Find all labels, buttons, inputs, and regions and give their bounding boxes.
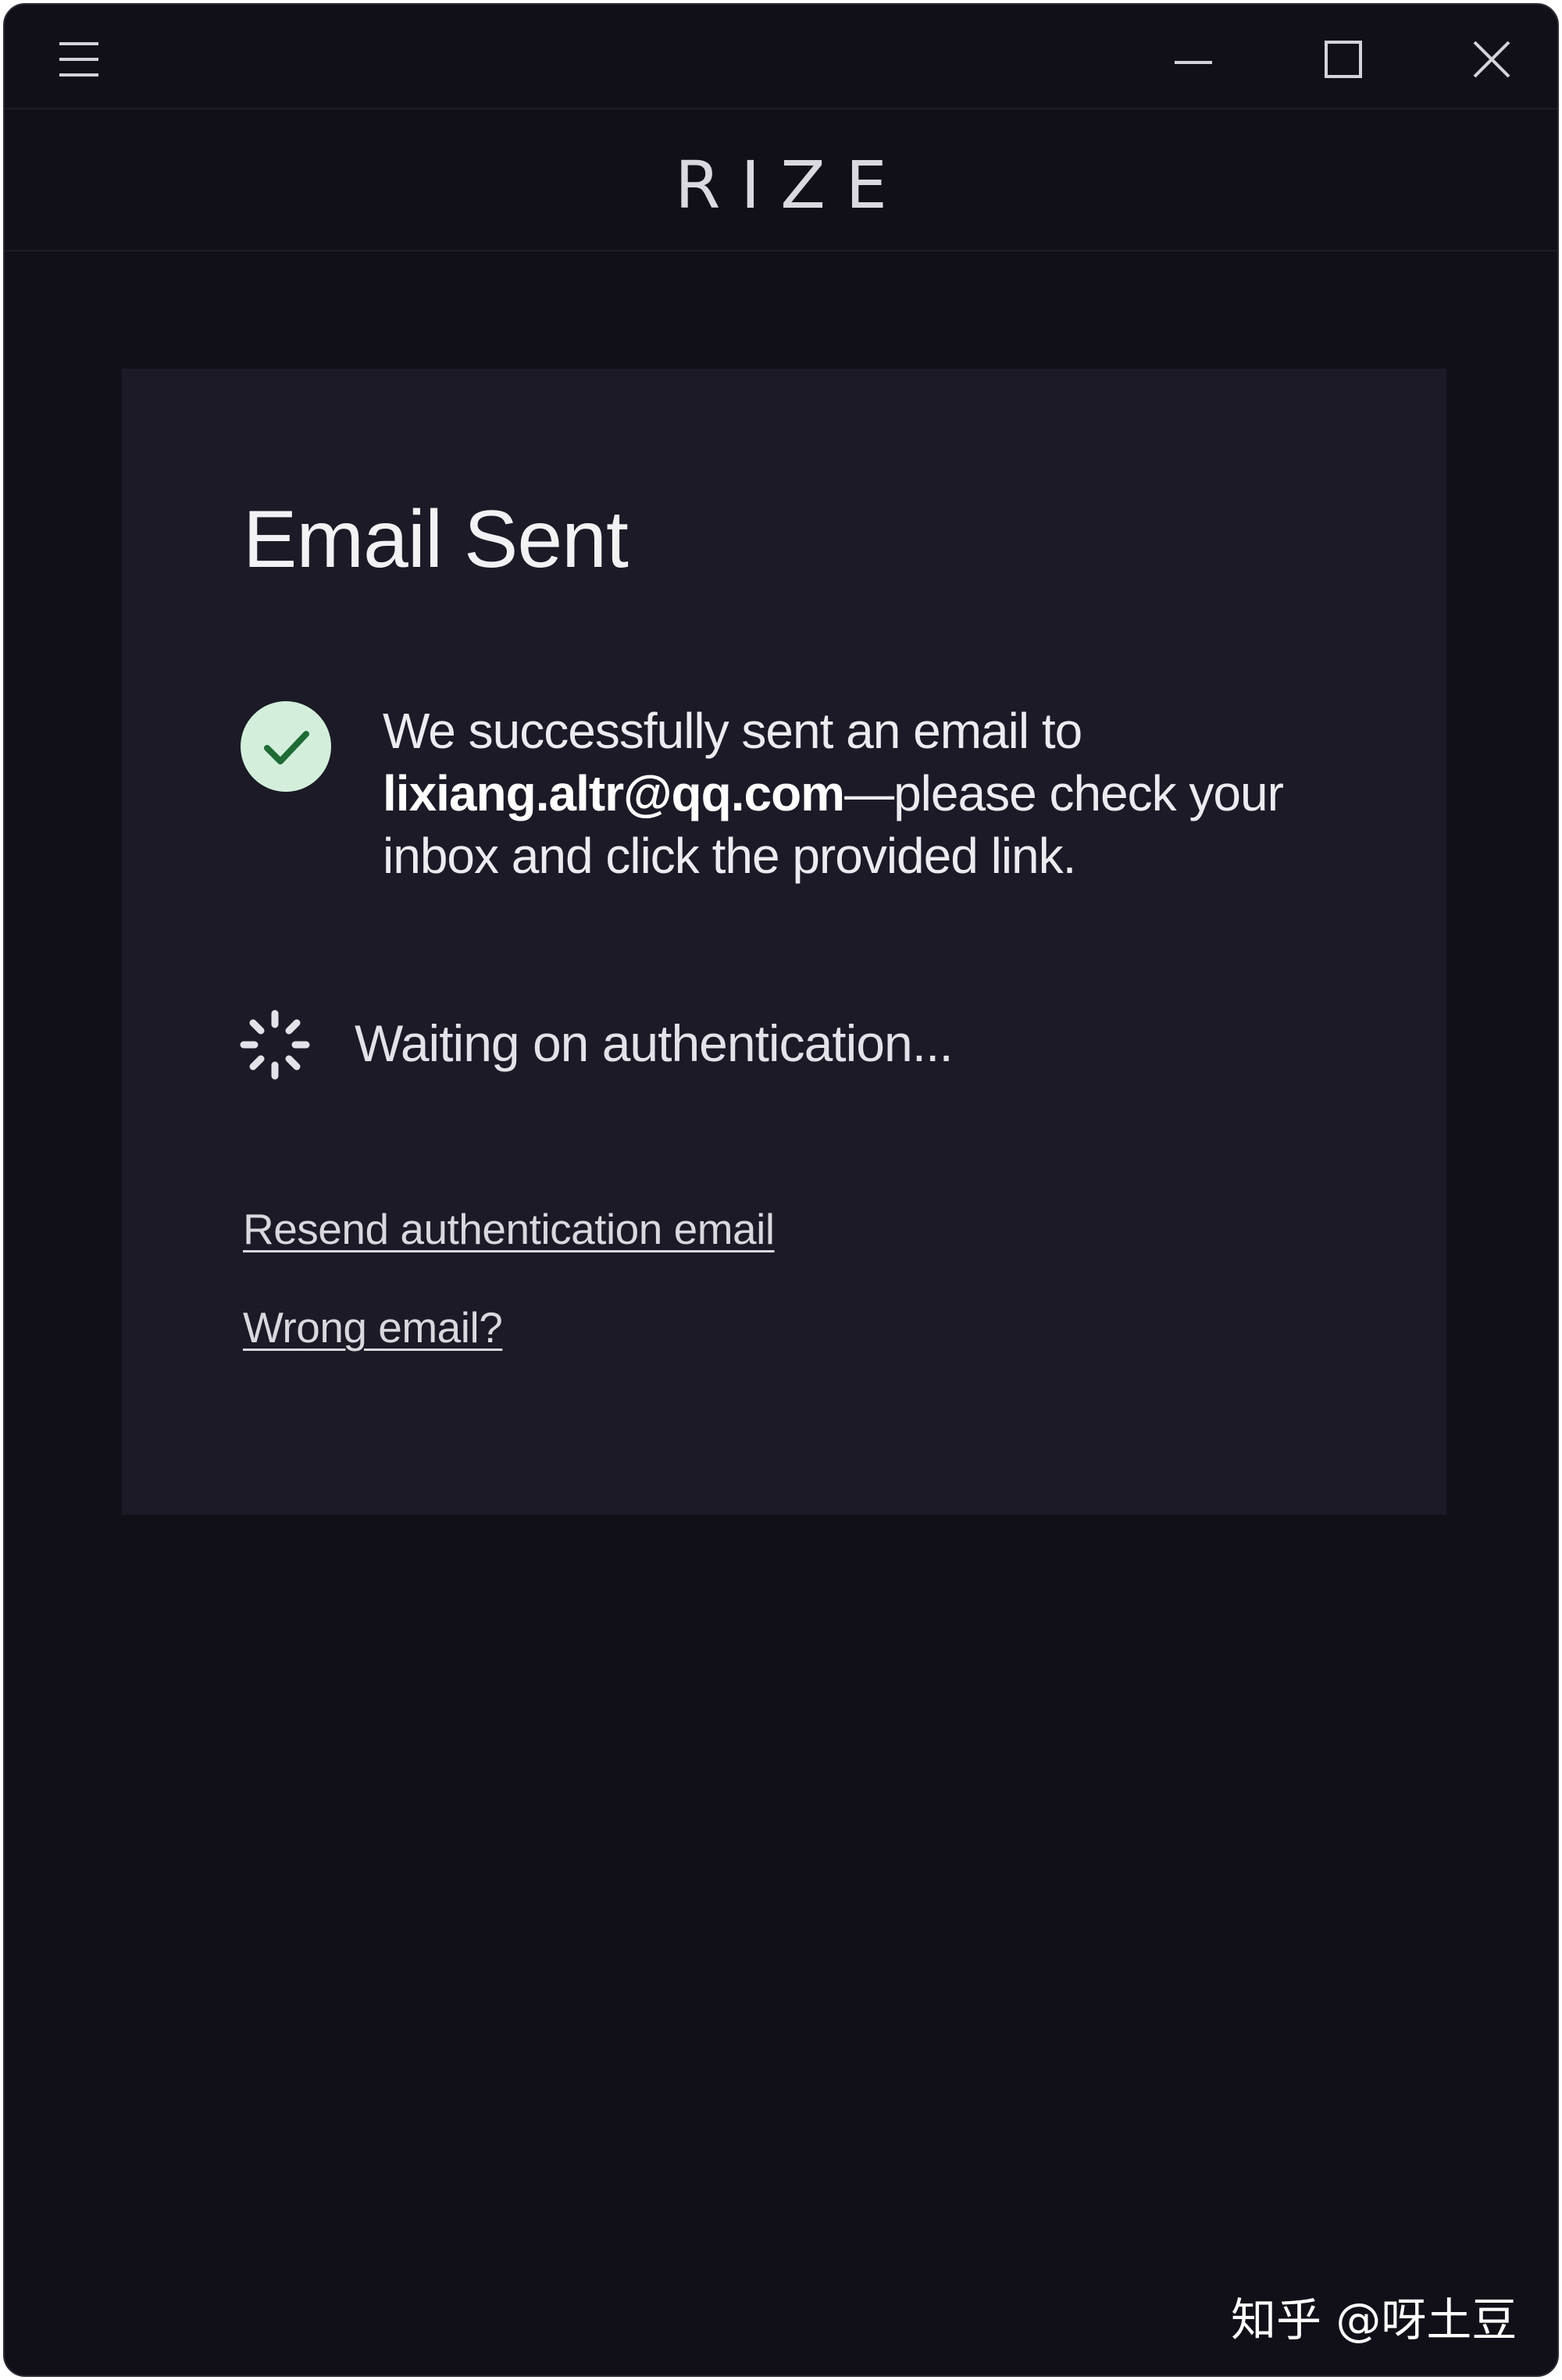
brand-header: RIZE	[5, 109, 1557, 251]
hamburger-menu-icon[interactable]	[59, 42, 98, 78]
email-sent-card: Email Sent We successfully sent an email…	[122, 369, 1446, 1515]
watermark: 知乎 @呀土豆	[1231, 2293, 1517, 2346]
auth-status-text: Waiting on authentication...	[355, 1014, 954, 1072]
app-window: RIZE Email Sent We successfully sent an …	[3, 3, 1559, 2377]
resend-email-link[interactable]: Resend authentication email	[243, 1204, 775, 1254]
brand-logo: RIZE	[675, 147, 908, 223]
maximize-icon[interactable]	[1318, 34, 1368, 84]
success-check-icon	[241, 701, 331, 792]
page-title: Email Sent	[243, 494, 629, 585]
wrong-email-link[interactable]: Wrong email?	[243, 1302, 503, 1352]
message-prefix: We successfully sent an email to	[383, 703, 1082, 759]
title-bar	[5, 5, 1557, 109]
recipient-email: lixiang.altr@qq.com	[383, 765, 845, 821]
minimize-icon[interactable]	[1168, 34, 1218, 84]
confirmation-message: We successfully sent an email to lixiang…	[383, 700, 1359, 887]
close-icon[interactable]	[1467, 34, 1517, 84]
loading-spinner-icon	[237, 1007, 312, 1082]
